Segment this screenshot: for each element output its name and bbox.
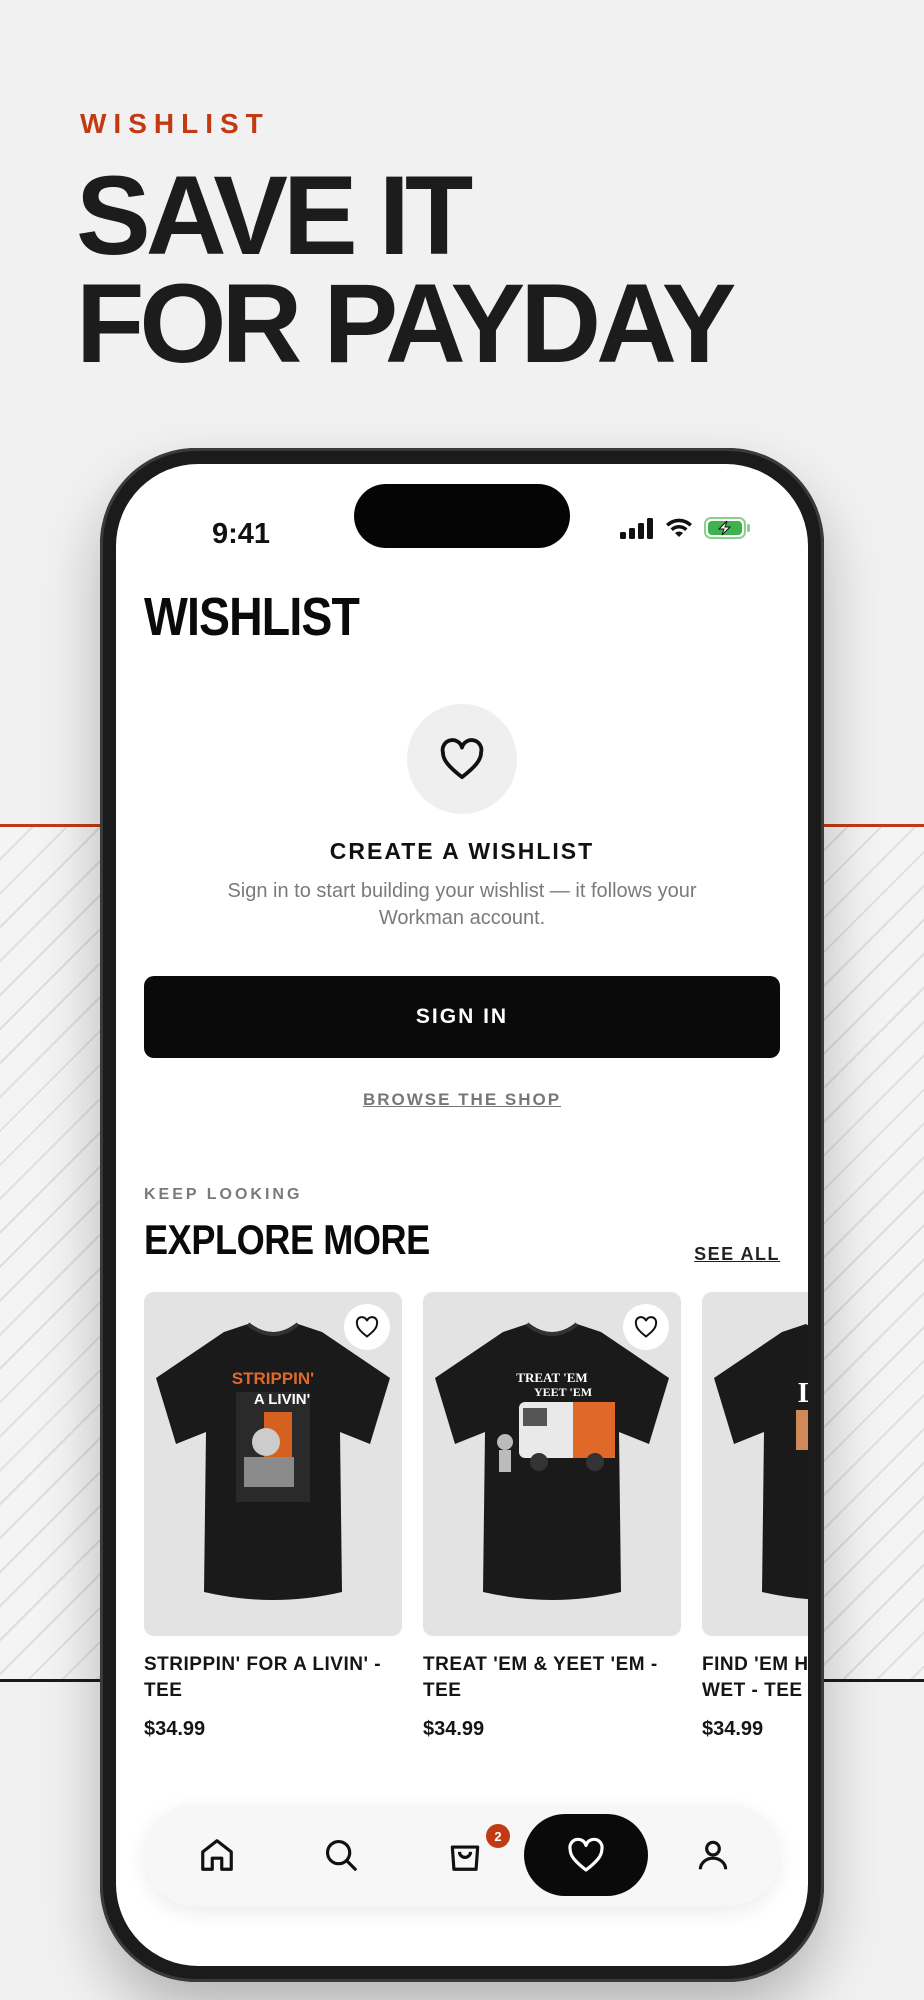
see-all-link[interactable]: SEE ALL (694, 1244, 780, 1265)
wifi-icon (666, 518, 692, 537)
headline-line-2: FOR PAYDAY (76, 261, 736, 386)
product-name-line-1: TREAT 'EM & YEET 'EM - (423, 1654, 658, 1675)
bottom-tab-bar: 2 (144, 1804, 780, 1906)
sign-in-button[interactable]: SIGN IN (144, 976, 780, 1058)
section-title: EXPLORE MORE (144, 1216, 430, 1263)
status-icons (620, 516, 752, 540)
empty-state-title: CREATE A WISHLIST (329, 838, 595, 864)
product-image: STRIPPIN' A LIVIN' (144, 1292, 402, 1636)
dynamic-island (354, 484, 570, 548)
product-name-line-1: FIND 'EM HO (702, 1654, 808, 1675)
tab-wishlist[interactable] (524, 1814, 648, 1896)
cart-count-badge: 2 (486, 1824, 510, 1848)
product-name-line-1: STRIPPIN' FOR A LIVIN' - (144, 1654, 382, 1675)
tab-search[interactable] (310, 1824, 372, 1886)
hero-headline: SAVE IT FOR PAYDAY (76, 153, 736, 386)
product-price: $34.99 (144, 1718, 206, 1740)
status-time: 9:41 (212, 518, 271, 550)
svg-text:YEET 'EM: YEET 'EM (534, 1385, 592, 1399)
section-eyebrow: KEEP LOOKING (144, 1186, 303, 1203)
tshirt-image: LEA (714, 1324, 808, 1600)
bag-icon (450, 1845, 480, 1871)
tshirt-print-text: STRIPPIN' (232, 1369, 314, 1388)
tab-home[interactable] (186, 1824, 248, 1886)
signal-icon (620, 518, 653, 539)
svg-text:TREAT 'EM: TREAT 'EM (516, 1370, 587, 1385)
empty-state-text: Sign in to start building your wishlist … (227, 880, 697, 929)
product-price: $34.99 (423, 1718, 485, 1740)
battery-charging-icon (704, 517, 750, 539)
search-icon (325, 1839, 357, 1871)
product-name: FIND 'EM HO WET - TEE (702, 1652, 808, 1704)
screen-title: WISHLIST (144, 587, 360, 647)
add-to-wishlist-button[interactable] (623, 1304, 669, 1350)
empty-state-illustration (407, 704, 517, 814)
product-name: TREAT 'EM & YEET 'EM - TEE (423, 1652, 681, 1704)
heart-icon (568, 1837, 604, 1872)
heart-icon (440, 738, 484, 780)
product-card[interactable]: LEA FIND 'EM HO WET - TEE $34.99 (702, 1292, 808, 1741)
heart-icon (355, 1316, 379, 1338)
headline-line-1: SAVE IT (76, 153, 473, 278)
home-icon (201, 1839, 233, 1871)
product-name-line-2: TEE (423, 1680, 462, 1701)
product-card[interactable]: STRIPPIN' A LIVIN' STRIPPIN' FOR A LIVIN… (144, 1292, 402, 1741)
product-image: TREAT 'EM YEET 'EM (423, 1292, 681, 1636)
svg-text:LEA: LEA (798, 1378, 808, 1409)
profile-icon (698, 1840, 728, 1870)
heart-icon (634, 1316, 658, 1338)
product-image: LEA (702, 1292, 808, 1636)
tab-profile[interactable] (682, 1824, 744, 1886)
product-name-line-2: TEE (144, 1680, 183, 1701)
add-to-wishlist-button[interactable] (344, 1304, 390, 1350)
promo-page: WISHLIST SAVE IT FOR PAYDAY 9:41 WISHLIS… (0, 0, 924, 2000)
product-card[interactable]: TREAT 'EM YEET 'EM TREAT 'EM & YEET 'EM … (423, 1292, 681, 1741)
browse-shop-link[interactable]: BROWSE THE SHOP (116, 1090, 808, 1110)
svg-text:A LIVIN': A LIVIN' (254, 1391, 310, 1408)
phone-frame: 9:41 WISHLIST CREATE A WISHLIST Sign in … (100, 448, 824, 1982)
hero-eyebrow: WISHLIST (80, 108, 270, 139)
product-name-line-2: WET - TEE (702, 1680, 803, 1701)
phone-screen: 9:41 WISHLIST CREATE A WISHLIST Sign in … (116, 464, 808, 1966)
product-name: STRIPPIN' FOR A LIVIN' - TEE (144, 1652, 402, 1704)
product-price: $34.99 (702, 1718, 764, 1740)
